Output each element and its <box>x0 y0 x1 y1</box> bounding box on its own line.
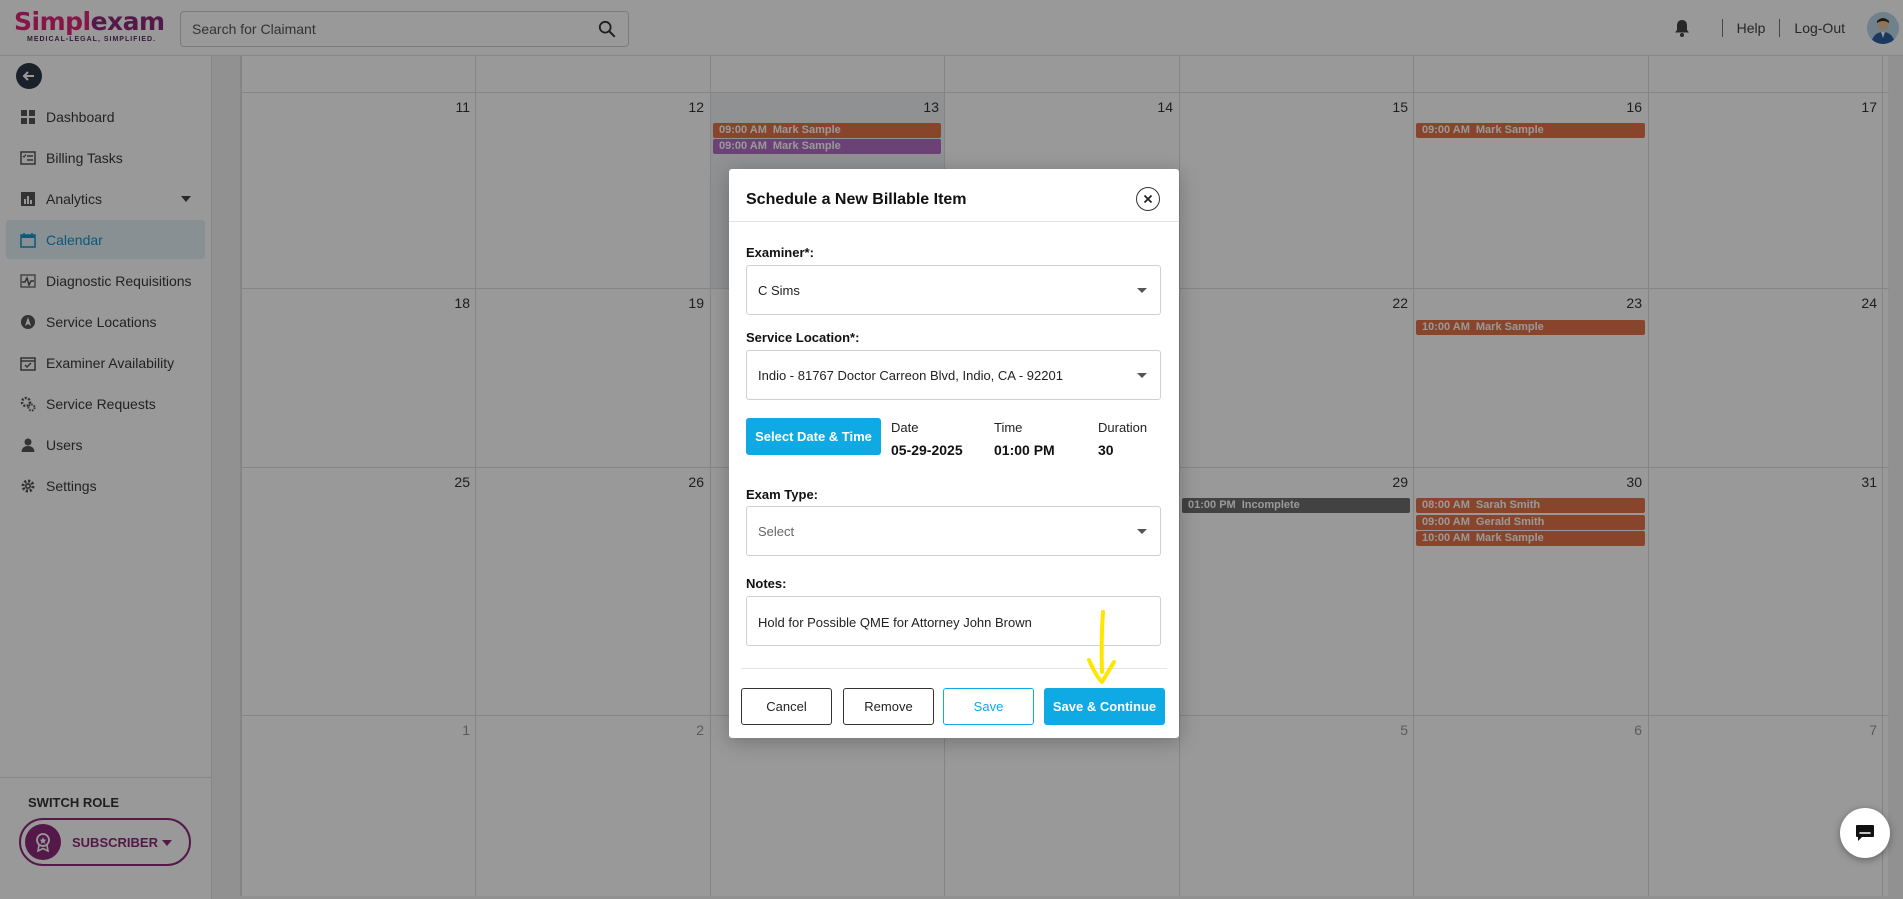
chat-launcher-button[interactable] <box>1840 808 1890 858</box>
notes-label: Notes: <box>746 576 787 591</box>
exam-type-label: Exam Type: <box>746 487 819 502</box>
time-display: Time 01:00 PM <box>994 420 1055 458</box>
notes-value: Hold for Possible QME for Attorney John … <box>758 615 1032 630</box>
date-label: Date <box>891 420 919 435</box>
service-location-select[interactable]: Indio - 81767 Doctor Carreon Blvd, Indio… <box>746 350 1161 400</box>
date-value: 05-29-2025 <box>891 442 963 458</box>
examiner-value: C Sims <box>758 283 800 298</box>
exam-type-value: Select <box>758 524 795 539</box>
exam-type-select[interactable]: Select <box>746 506 1161 556</box>
duration-label: Duration <box>1098 420 1148 435</box>
save-continue-button[interactable]: Save & Continue <box>1044 688 1165 725</box>
annotation-arrow-icon <box>1087 610 1116 684</box>
examiner-select[interactable]: C Sims <box>746 265 1161 315</box>
duration-display: Duration 30 <box>1098 420 1147 458</box>
chevron-down-icon <box>1137 288 1147 293</box>
remove-button[interactable]: Remove <box>843 688 934 725</box>
cancel-button[interactable]: Cancel <box>741 688 832 725</box>
close-icon <box>1143 194 1153 204</box>
examiner-label: Examiner*: <box>746 245 814 260</box>
service-location-value: Indio - 81767 Doctor Carreon Blvd, Indio… <box>758 368 1063 383</box>
date-display: Date 05-29-2025 <box>891 420 963 458</box>
chevron-down-icon <box>1137 373 1147 378</box>
time-label: Time <box>994 420 1023 435</box>
divider <box>729 221 1179 222</box>
close-button[interactable] <box>1136 187 1160 211</box>
save-button[interactable]: Save <box>943 688 1034 725</box>
service-location-label: Service Location*: <box>746 330 860 345</box>
dialog-title: Schedule a New Billable Item <box>746 191 967 208</box>
select-date-time-button[interactable]: Select Date & Time <box>746 418 881 455</box>
chevron-down-icon <box>1137 529 1147 534</box>
chat-icon <box>1856 825 1874 841</box>
time-value: 01:00 PM <box>994 442 1055 458</box>
duration-value: 30 <box>1098 442 1114 458</box>
